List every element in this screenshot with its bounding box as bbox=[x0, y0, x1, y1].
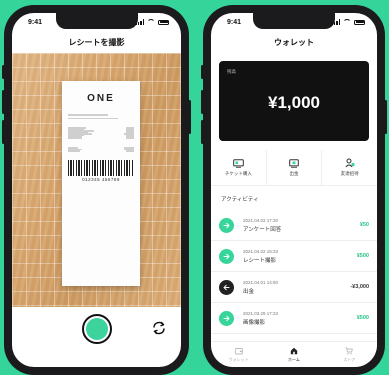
tab-home[interactable]: ホーム bbox=[266, 342, 321, 367]
volume-up-button bbox=[2, 90, 5, 114]
shutter-button[interactable] bbox=[81, 314, 112, 344]
tab-wallet[interactable]: ウォレット bbox=[211, 342, 266, 367]
receipt-total-lines bbox=[68, 147, 134, 152]
arrow-right-icon bbox=[219, 248, 234, 264]
balance-amount: ¥1,000 bbox=[268, 93, 320, 112]
shutter-button-inner bbox=[85, 318, 108, 340]
phone-wallet: 9:41 ウォレット 残高 ¥1,000 チケット購入 出金 友達招待 アクティ… bbox=[201, 5, 387, 375]
wallet-icon bbox=[234, 347, 243, 354]
activity-amount: ¥500 bbox=[356, 315, 369, 321]
activity-date: 2021.04.01 14:50 bbox=[243, 279, 279, 285]
power-button bbox=[384, 100, 387, 134]
battery-icon bbox=[158, 19, 169, 25]
receipt-header-lines bbox=[68, 114, 134, 119]
status-bar: 9:41 bbox=[211, 13, 377, 31]
cellular-signal-icon bbox=[331, 19, 340, 25]
activity-title: アンケート回答 bbox=[243, 226, 282, 233]
screen-wallet: 9:41 ウォレット 残高 ¥1,000 チケット購入 出金 友達招待 アクティ… bbox=[211, 13, 377, 367]
mute-switch bbox=[2, 65, 5, 79]
activity-item[interactable]: 2021.04.01 14:50 出金 -¥3,000 bbox=[211, 272, 377, 303]
page-title: ウォレット bbox=[274, 38, 314, 47]
wifi-icon bbox=[147, 19, 155, 25]
tab-label: ホーム bbox=[288, 356, 300, 362]
tab-store[interactable]: ストア bbox=[322, 342, 377, 367]
tab-bar: ウォレット ホーム ストア bbox=[211, 341, 377, 367]
invite-friend-icon bbox=[345, 158, 355, 168]
power-button bbox=[188, 100, 191, 134]
phone-receipt-scan: 9:41 レシートを撮影 ONE 012345 456789 bbox=[2, 5, 191, 375]
arrow-left-icon bbox=[219, 279, 234, 295]
home-icon bbox=[290, 347, 298, 354]
receipt-item-lines bbox=[68, 127, 134, 139]
activity-date: 2021.04.02 15:33 bbox=[243, 248, 279, 254]
wifi-icon bbox=[343, 19, 351, 25]
activity-item[interactable]: 2021.04.02 17:30 アンケート回答 ¥50 bbox=[211, 210, 377, 241]
status-time: 9:41 bbox=[28, 18, 43, 26]
mute-switch bbox=[201, 65, 204, 79]
action-buy-ticket[interactable]: チケット購入 bbox=[211, 150, 267, 185]
status-bar: 9:41 bbox=[12, 13, 181, 31]
withdraw-icon bbox=[289, 158, 299, 168]
receipt-brand: ONE bbox=[87, 93, 115, 104]
tab-label: ストア bbox=[343, 356, 356, 362]
tab-label: ウォレット bbox=[228, 356, 249, 362]
action-withdraw[interactable]: 出金 bbox=[267, 150, 323, 185]
action-label: 友達招待 bbox=[340, 171, 359, 176]
action-invite-friend[interactable]: 友達招待 bbox=[322, 150, 377, 185]
balance-card[interactable]: 残高 ¥1,000 bbox=[219, 61, 369, 141]
activity-amount: ¥500 bbox=[356, 253, 369, 259]
activity-item[interactable]: 2021.03.29 17:23 画像撮影 ¥500 bbox=[211, 303, 377, 334]
volume-up-button bbox=[201, 90, 204, 114]
activity-amount: ¥50 bbox=[359, 222, 369, 228]
cart-icon bbox=[345, 346, 354, 354]
activity-section-label: アクティビティ bbox=[221, 197, 259, 203]
camera-flip-icon[interactable] bbox=[151, 320, 167, 336]
screen-receipt-scan: 9:41 レシートを撮影 ONE 012345 456789 bbox=[12, 13, 181, 367]
action-label: チケット購入 bbox=[224, 170, 252, 176]
camera-viewfinder[interactable]: ONE 012345 456789 bbox=[12, 53, 181, 307]
activity-title: 画像撮影 bbox=[243, 319, 266, 326]
arrow-right-icon bbox=[219, 310, 234, 326]
balance-caption: 残高 bbox=[227, 69, 236, 74]
receipt-barcode bbox=[68, 159, 134, 176]
activity-date: 2021.03.29 17:23 bbox=[243, 310, 279, 316]
wallet-actions: チケット購入 出金 友達招待 bbox=[211, 150, 377, 186]
activity-item[interactable]: 2021.04.02 15:33 レシート撮影 ¥500 bbox=[211, 241, 377, 272]
activity-title: レシート撮影 bbox=[243, 257, 277, 264]
action-label: 出金 bbox=[289, 170, 299, 176]
receipt-photo: ONE 012345 456789 bbox=[62, 81, 140, 286]
activity-title: 出金 bbox=[243, 288, 255, 295]
activity-list: 2021.04.02 17:30 アンケート回答 ¥50 2021.04.02 … bbox=[211, 210, 377, 334]
cellular-signal-icon bbox=[135, 19, 144, 25]
battery-icon bbox=[354, 19, 365, 25]
activity-date: 2021.04.02 17:30 bbox=[243, 217, 279, 223]
activity-amount: -¥3,000 bbox=[350, 284, 369, 290]
page-title: レシートを撮影 bbox=[68, 38, 125, 47]
arrow-right-icon bbox=[219, 217, 234, 233]
volume-down-button bbox=[2, 120, 5, 144]
status-time: 9:41 bbox=[227, 18, 242, 26]
receipt-barcode-number: 012345 456789 bbox=[82, 176, 120, 182]
ticket-icon bbox=[233, 158, 244, 168]
volume-down-button bbox=[201, 120, 204, 144]
